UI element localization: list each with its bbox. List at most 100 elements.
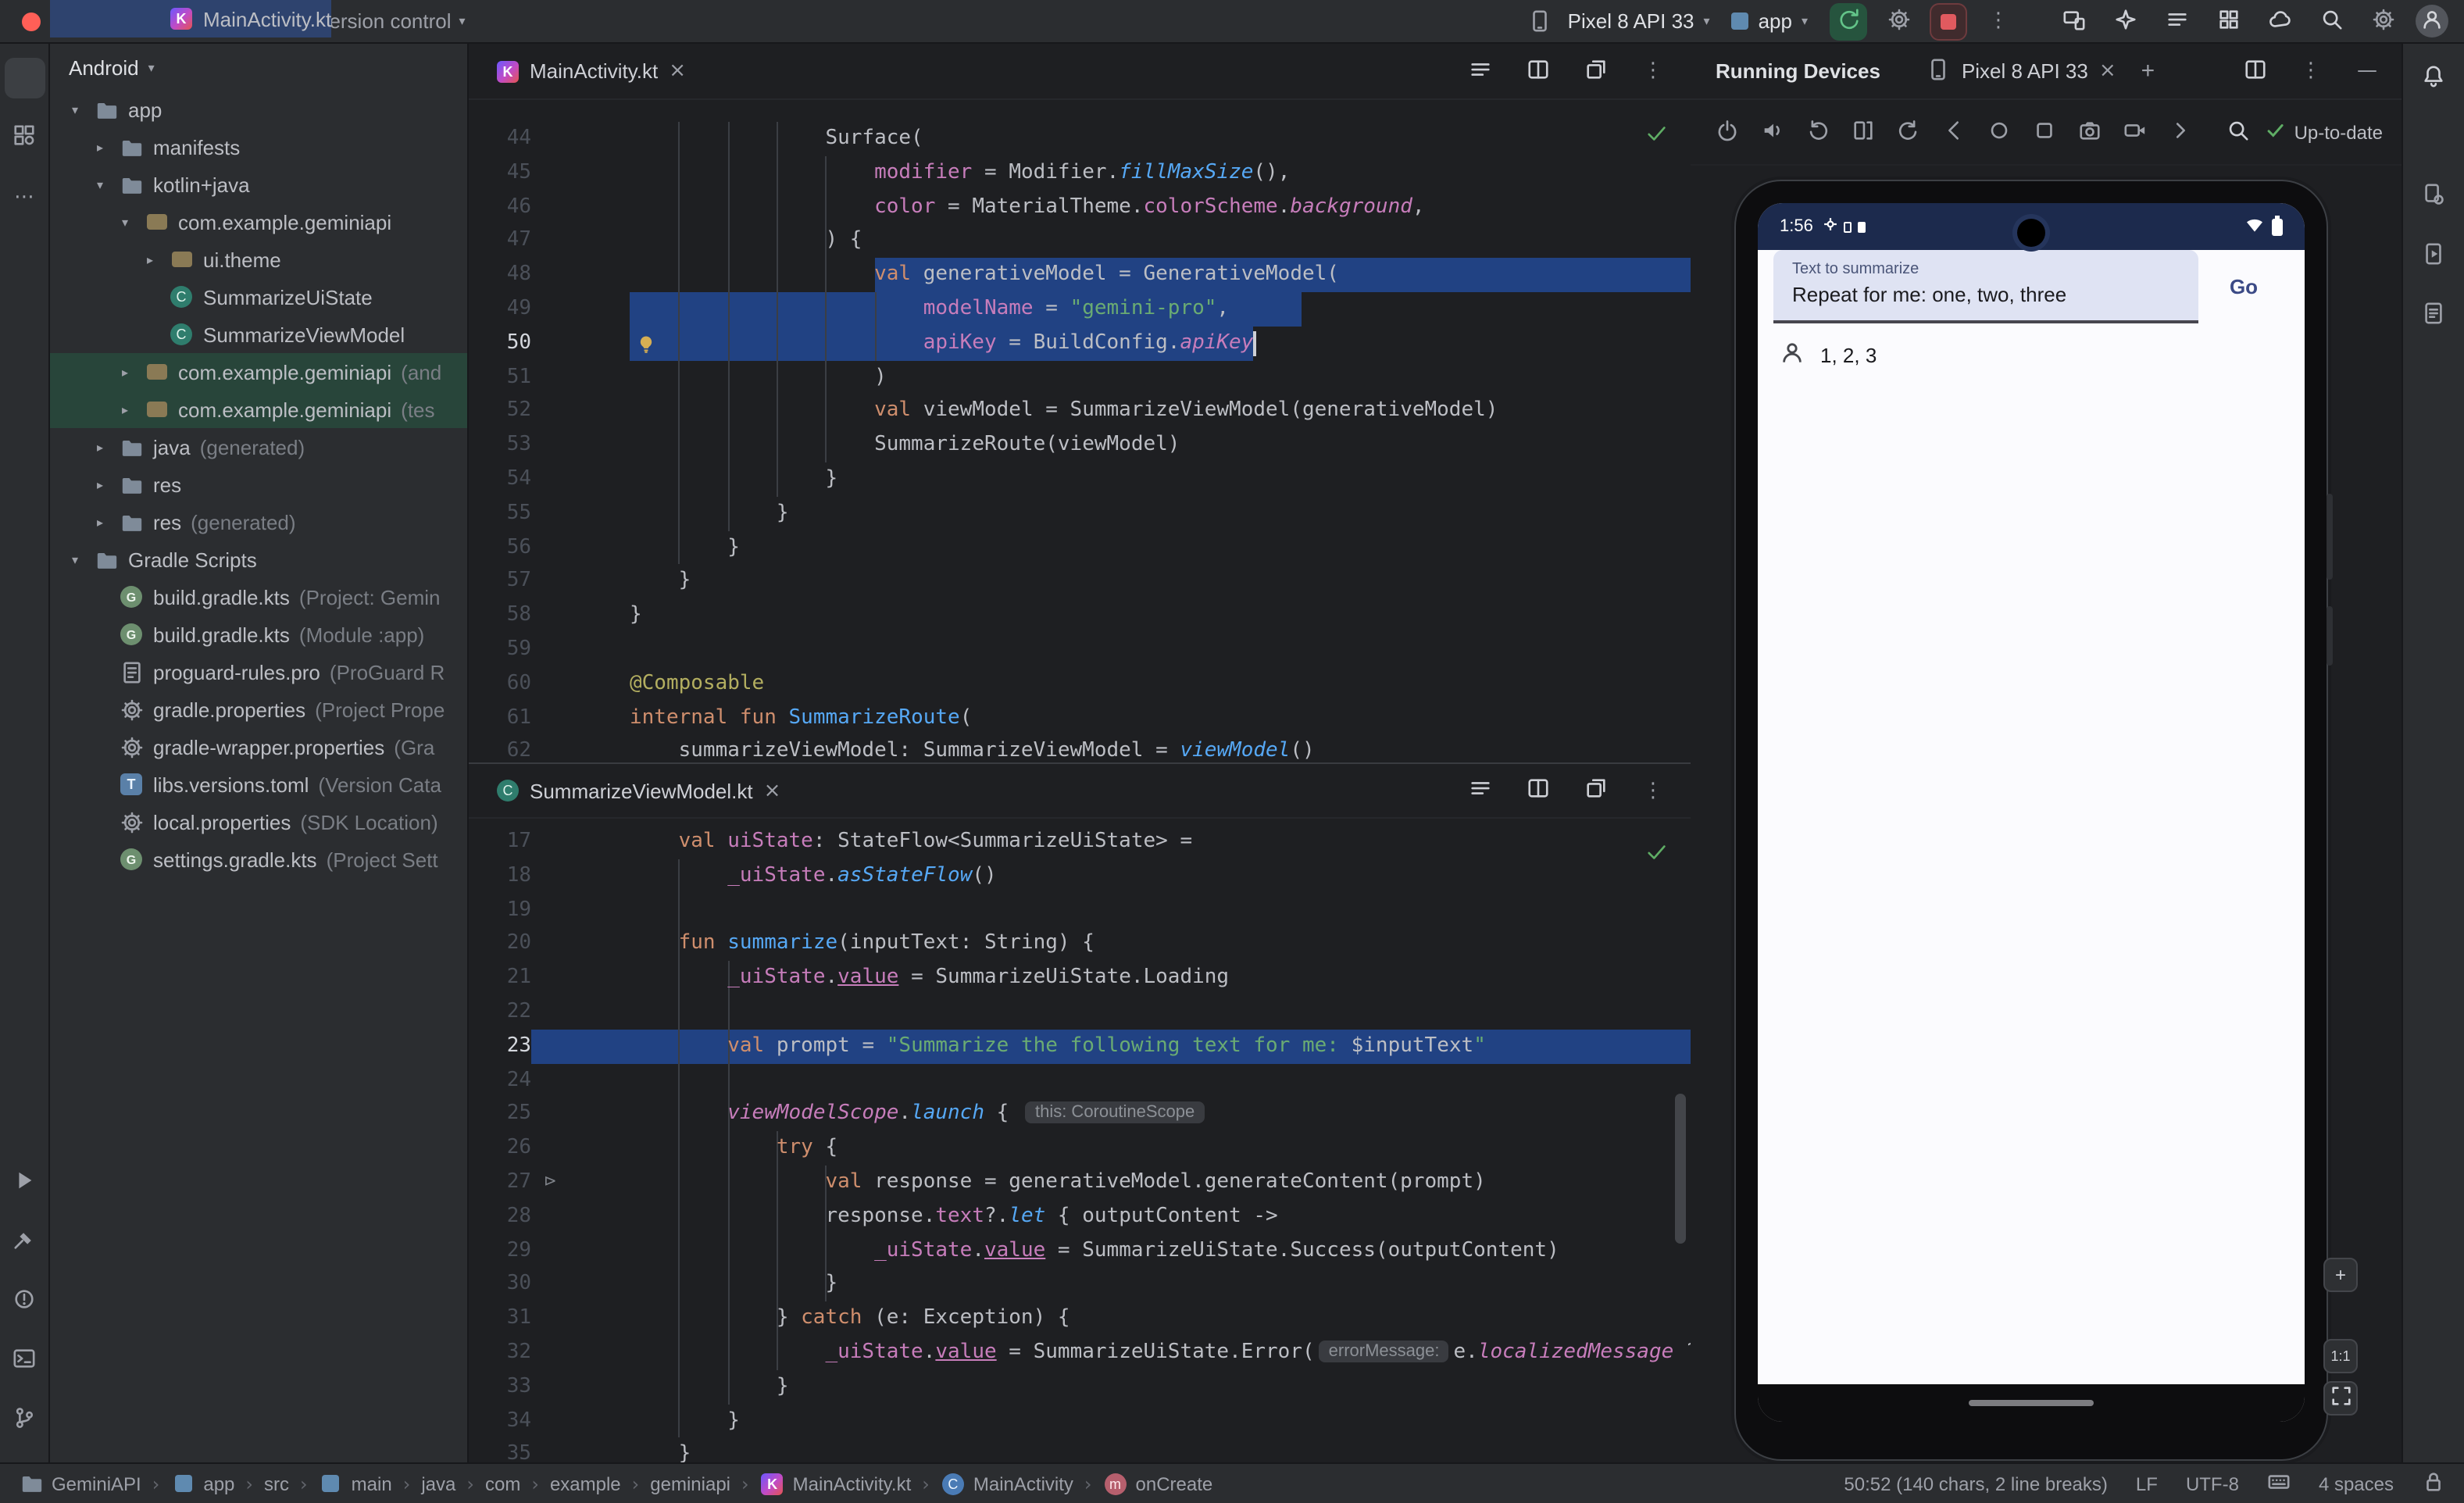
volume-button[interactable]	[1755, 115, 1789, 149]
tree-collapsed-icon[interactable]: ▸	[91, 440, 109, 454]
detach-editor-button[interactable]	[1577, 52, 1614, 90]
rotate-left-button[interactable]	[1800, 115, 1834, 149]
line-number[interactable]: 61	[478, 701, 531, 735]
close-icon[interactable]: ×	[764, 779, 781, 802]
line-number[interactable]: 17	[478, 825, 531, 859]
line-number[interactable]: 46	[478, 190, 531, 224]
panel-options-button[interactable]: ⋮	[2292, 52, 2330, 90]
version-control-toolwindow-button[interactable]	[4, 1400, 45, 1441]
tree-collapsed-icon[interactable]: ▸	[116, 402, 134, 416]
tab-summarizeviewmodel[interactable]: C SummarizeViewModel.kt ×	[481, 762, 796, 819]
line-number[interactable]: 20	[478, 927, 531, 962]
tree-item-kotlin-java[interactable]: ▾kotlin+java	[50, 166, 467, 203]
version-control-menu[interactable]: Version control ▾	[317, 9, 466, 33]
fit-screen-button[interactable]	[2323, 1381, 2358, 1416]
stop-button[interactable]	[1930, 2, 1967, 40]
android-home-button[interactable]	[1981, 115, 2016, 149]
editor-list-button[interactable]	[1461, 772, 1498, 809]
editor-list-button[interactable]	[1461, 52, 1498, 90]
tree-item-settings-gradle-kts[interactable]: Gsettings.gradle.kts(Project Sett	[50, 841, 467, 878]
line-number[interactable]: 25	[478, 1098, 531, 1132]
line-number[interactable]: 24	[478, 1063, 531, 1098]
line-number[interactable]: 57	[478, 565, 531, 599]
line-number[interactable]: 52	[478, 394, 531, 429]
project-view-selector[interactable]: Android ▾	[50, 44, 467, 91]
line-number[interactable]: 55	[478, 497, 531, 531]
line-number[interactable]: 58	[478, 598, 531, 633]
tree-collapsed-icon[interactable]: ▸	[116, 365, 134, 379]
line-number[interactable]: 45	[478, 156, 531, 191]
tree-item-manifests[interactable]: ▸manifests	[50, 128, 467, 166]
line-number[interactable]: 33	[478, 1370, 531, 1405]
line-number[interactable]: 50	[478, 327, 531, 361]
breadcrumb-com[interactable]: com	[485, 1473, 520, 1494]
emulator-screen[interactable]: 1:56 Text to summarize	[1758, 203, 2305, 1422]
zoom-mode-button[interactable]	[2221, 115, 2255, 149]
rerun-button[interactable]	[1830, 2, 1867, 40]
detach-editor-button[interactable]	[1577, 772, 1614, 809]
tree-item-gradle-wrapper-properties[interactable]: gradle-wrapper.properties(Gra	[50, 728, 467, 766]
line-number[interactable]: 18	[478, 859, 531, 894]
line-number[interactable]: 21	[478, 961, 531, 995]
power-button[interactable]	[1709, 115, 1744, 149]
editor-scrollbar[interactable]	[1675, 1094, 1686, 1244]
fold-device-button[interactable]	[1845, 115, 1880, 149]
inspections-status-ok[interactable]	[1645, 122, 1669, 152]
line-number[interactable]: 23	[478, 1030, 531, 1064]
logcat-button[interactable]	[2413, 295, 2454, 336]
ai-assistant-button[interactable]	[2106, 2, 2144, 40]
line-ending-widget[interactable]: LF	[2136, 1473, 2158, 1494]
breadcrumb-app[interactable]: app	[170, 1471, 234, 1496]
readonly-lock-widget[interactable]	[2422, 1469, 2445, 1498]
more-emulator-actions-button[interactable]	[2162, 115, 2197, 149]
line-number[interactable]: 62	[478, 735, 531, 762]
editor-mainactivity[interactable]: 44 Surface(45 modifier = Modifier.fillMa…	[469, 100, 1691, 762]
tree-item-ui-theme[interactable]: ▸ui.theme	[50, 241, 467, 278]
line-number[interactable]: 26	[478, 1131, 531, 1166]
line-number[interactable]: 60	[478, 667, 531, 702]
tab-mainactivity[interactable]: K MainActivity.kt ×	[481, 43, 702, 99]
editor-more-button[interactable]: ⋮	[1634, 52, 1672, 90]
split-editor-button[interactable]	[1519, 52, 1556, 90]
user-avatar[interactable]	[2416, 5, 2448, 37]
zoom-in-button[interactable]: +	[2323, 1258, 2358, 1292]
todo-list-button[interactable]	[2158, 2, 2195, 40]
breadcrumb-java[interactable]: java	[421, 1473, 455, 1494]
tree-collapsed-icon[interactable]: ▸	[91, 477, 109, 491]
plugins-button[interactable]	[2209, 2, 2247, 40]
tree-expanded-icon[interactable]: ▾	[66, 102, 84, 116]
line-number[interactable]: 56	[478, 530, 531, 565]
build-toolwindow-button[interactable]	[4, 1222, 45, 1262]
search-everywhere-button[interactable]	[2312, 2, 2350, 40]
screen-record-button[interactable]	[2117, 115, 2152, 149]
line-number[interactable]: 51	[478, 360, 531, 394]
breadcrumb-mainactivity-kt[interactable]: KMainActivity.kt	[760, 1471, 912, 1496]
split-panel-button[interactable]	[2236, 52, 2273, 90]
keymap-widget[interactable]	[2267, 1469, 2291, 1498]
project-toolwindow-button[interactable]	[4, 58, 45, 98]
tree-item-build-gradle-kts[interactable]: Gbuild.gradle.kts(Module :app)	[50, 616, 467, 653]
breadcrumb-oncreate[interactable]: monCreate	[1103, 1471, 1213, 1496]
breadcrumb-example[interactable]: example	[550, 1473, 621, 1494]
breadcrumb-main[interactable]: main	[319, 1471, 392, 1496]
android-back-button[interactable]	[1936, 115, 1970, 149]
line-number[interactable]: 27	[478, 1166, 531, 1200]
line-number[interactable]: 35	[478, 1438, 531, 1462]
device-manager-button[interactable]	[2413, 177, 2454, 217]
editor-more-button[interactable]: ⋮	[1634, 772, 1672, 809]
device-streaming-button[interactable]	[2261, 2, 2298, 40]
line-number[interactable]: 31	[478, 1301, 531, 1336]
intention-bulb-icon[interactable]	[636, 333, 656, 367]
tree-expanded-icon[interactable]: ▾	[116, 215, 134, 229]
device-mirroring-button[interactable]	[2055, 2, 2092, 40]
more-tool-windows-button[interactable]: ⋯	[4, 177, 45, 217]
device-selector[interactable]: Pixel 8 API 33 ▾	[1521, 2, 1710, 40]
tree-item-summarizeviewmodel[interactable]: CSummarizeViewModel	[50, 316, 467, 353]
tree-collapsed-icon[interactable]: ▸	[91, 140, 109, 154]
android-overview-button[interactable]	[2027, 115, 2061, 149]
editor-summarizeviewmodel[interactable]: 17 val uiState: StateFlow<SummarizeUiSta…	[469, 819, 1691, 1462]
settings-button[interactable]	[2364, 2, 2402, 40]
line-number[interactable]: 54	[478, 462, 531, 497]
tree-item-com-example-geminiapi[interactable]: ▸com.example.geminiapi(and	[50, 353, 467, 391]
tree-item-summarizeuistate[interactable]: CSummarizeUiState	[50, 278, 467, 316]
